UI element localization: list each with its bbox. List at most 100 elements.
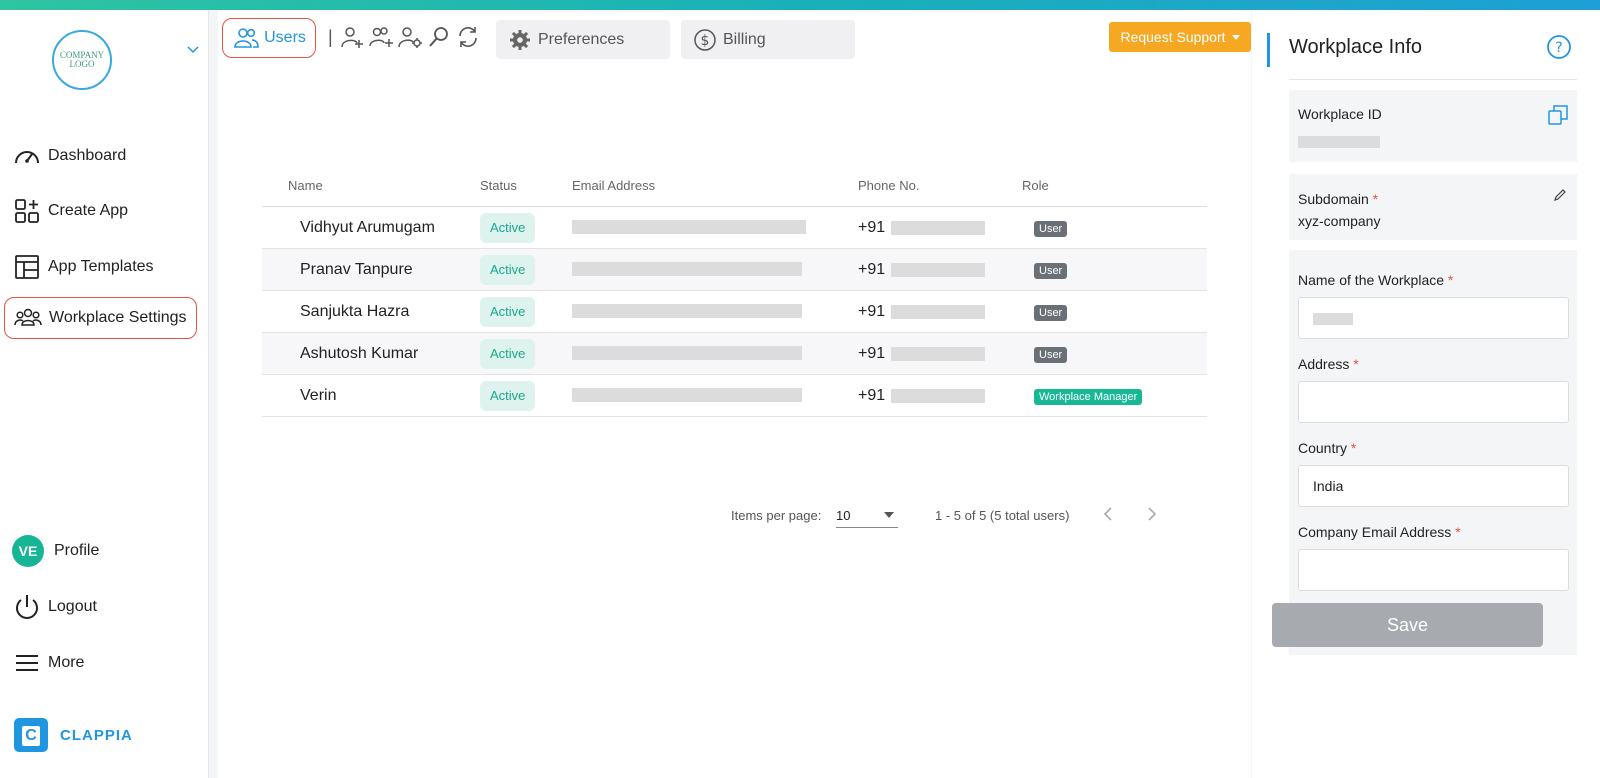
dropdown-arrow-icon — [884, 512, 894, 518]
company-logo[interactable]: COMPANY LOGO — [52, 30, 112, 90]
user-settings-icon[interactable] — [397, 24, 423, 50]
company-email-input[interactable] — [1298, 549, 1569, 591]
status-badge: Active — [480, 296, 536, 327]
dashboard-icon — [15, 151, 39, 164]
sidebar-item-label: App Templates — [48, 258, 154, 275]
phone-prefix: +91 — [858, 260, 886, 278]
sidebar-item-label: Logout — [48, 598, 97, 615]
add-multiple-users-icon[interactable] — [368, 24, 394, 50]
column-header-name[interactable]: Name — [262, 178, 480, 193]
next-page-icon[interactable] — [1142, 504, 1162, 524]
refresh-icon[interactable] — [455, 24, 481, 50]
name-label-text: Name of the Workplace — [1298, 272, 1445, 288]
redacted-email — [572, 346, 802, 361]
brand-name: CLAPPIA — [60, 726, 133, 744]
tab-users[interactable]: Users — [222, 18, 316, 58]
role-badge: User — [1034, 346, 1068, 363]
redacted-workplace-id — [1298, 136, 1380, 148]
request-support-button[interactable]: Request Support — [1109, 22, 1251, 52]
status-badge: Active — [480, 212, 536, 243]
column-header-role[interactable]: Role — [1022, 178, 1207, 193]
previous-page-icon[interactable] — [1098, 504, 1118, 524]
workplace-form: Name of the Workplace * Address * Countr… — [1289, 250, 1577, 655]
role-badge: User — [1034, 220, 1068, 237]
chevron-down-icon[interactable] — [186, 42, 200, 56]
tab-billing[interactable]: $ Billing — [681, 20, 855, 59]
subdomain-card: Subdomain * xyz-company — [1289, 174, 1577, 240]
redacted-email — [572, 262, 802, 277]
status-badge: Active — [480, 380, 536, 411]
redacted-phone — [891, 220, 986, 235]
subdomain-label: Subdomain * — [1298, 191, 1378, 207]
tab-users-label: Users — [264, 29, 306, 46]
table-row[interactable]: Pranav Tanpure Active +91 User — [262, 249, 1207, 291]
sidebar-item-label: More — [48, 654, 85, 671]
table-row[interactable]: Verin Active +91 Workplace Manager — [262, 375, 1207, 417]
avatar: VE — [12, 535, 44, 567]
panel-title: Workplace Info — [1289, 36, 1423, 58]
toolbar-separator: | — [328, 26, 333, 47]
phone-prefix: +91 — [858, 218, 886, 236]
edit-pencil-icon[interactable] — [1553, 188, 1567, 202]
items-per-page-value: 10 — [836, 508, 851, 523]
sidebar-item-app-templates[interactable]: App Templates — [4, 246, 197, 288]
workplace-id-label: Workplace ID — [1298, 106, 1382, 122]
create-app-icon — [15, 199, 39, 223]
redacted-phone — [891, 346, 986, 361]
help-icon[interactable]: ? — [1546, 34, 1572, 60]
pagination-range: 1 - 5 of 5 (5 total users) — [935, 508, 1070, 523]
tab-billing-label: Billing — [723, 30, 766, 48]
user-name: Pranav Tanpure — [300, 260, 413, 278]
workplace-name-input[interactable] — [1298, 297, 1569, 339]
redacted-workplace-name — [1313, 313, 1353, 326]
brand: CLAPPIA — [14, 718, 133, 752]
logo-text: COMPANY LOGO — [59, 50, 105, 69]
table-header: Name Status Email Address Phone No. Role — [262, 165, 1207, 207]
copy-icon[interactable] — [1547, 104, 1569, 126]
address-label: Address * — [1298, 356, 1359, 372]
sidebar-item-logout[interactable]: Logout — [4, 586, 197, 628]
search-icon[interactable] — [426, 24, 452, 50]
country-label: Country * — [1298, 440, 1356, 456]
tab-preferences[interactable]: Preferences — [496, 20, 670, 59]
sidebar-item-profile[interactable]: VE Profile — [4, 530, 197, 572]
menu-icon — [16, 655, 38, 671]
sidebar-item-label: Profile — [54, 542, 100, 559]
redacted-email — [572, 304, 802, 319]
redacted-phone — [891, 262, 986, 277]
email-label-text: Company Email Address — [1298, 524, 1452, 540]
sidebar-item-more[interactable]: More — [4, 642, 197, 684]
top-gradient-bar — [0, 0, 1600, 10]
sidebar-item-label: Workplace Settings — [49, 309, 187, 326]
gear-icon — [510, 29, 530, 50]
pagination: Items per page: 10 1 - 5 of 5 (5 total u… — [218, 500, 1251, 530]
column-header-email[interactable]: Email Address — [572, 178, 858, 193]
add-user-icon[interactable] — [339, 24, 365, 50]
name-label: Name of the Workplace * — [1298, 272, 1453, 288]
sidebar-item-create-app[interactable]: Create App — [4, 190, 197, 232]
table-row[interactable]: Vidhyut Arumugam Active +91 User — [262, 207, 1207, 249]
column-header-status[interactable]: Status — [480, 178, 572, 193]
sidebar: COMPANY LOGO Dashboard Create App App Te… — [0, 10, 209, 778]
redacted-phone — [891, 388, 986, 403]
dollar-coin-icon: $ — [694, 28, 716, 51]
country-input[interactable]: India — [1298, 465, 1569, 507]
svg-text:?: ? — [1555, 40, 1562, 56]
user-toolbar: | — [328, 24, 484, 50]
table-row[interactable]: Ashutosh Kumar Active +91 User — [262, 333, 1207, 375]
save-button[interactable]: Save — [1272, 603, 1543, 647]
user-name: Ashutosh Kumar — [300, 344, 419, 362]
subdomain-label-text: Subdomain — [1298, 191, 1369, 207]
role-badge: Workplace Manager — [1034, 388, 1143, 405]
users-group-icon — [14, 308, 42, 326]
status-badge: Active — [480, 338, 536, 369]
address-input[interactable] — [1298, 381, 1569, 423]
caret-down-icon — [1231, 34, 1240, 40]
column-header-phone[interactable]: Phone No. — [858, 178, 1022, 193]
panel-accent-bar — [1267, 33, 1270, 67]
phone-prefix: +91 — [858, 386, 886, 404]
table-row[interactable]: Sanjukta Hazra Active +91 User — [262, 291, 1207, 333]
sidebar-item-workplace-settings[interactable]: Workplace Settings — [4, 297, 197, 339]
sidebar-item-dashboard[interactable]: Dashboard — [4, 135, 197, 177]
items-per-page-select[interactable]: 10 — [836, 502, 898, 528]
